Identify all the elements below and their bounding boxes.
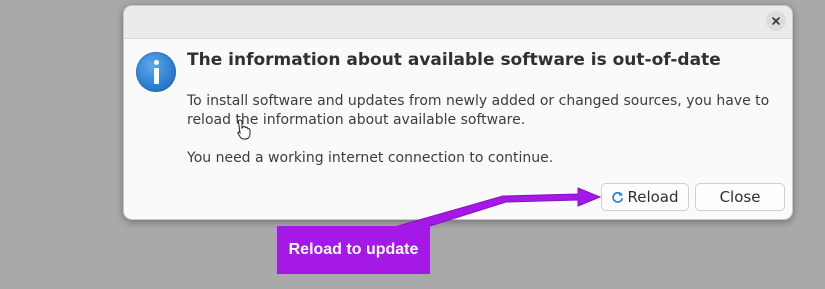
close-button-label: Close (719, 188, 761, 206)
annotation-callout: Reload to update (277, 226, 430, 274)
info-icon (136, 52, 176, 92)
reload-button-label: Reload (627, 188, 679, 206)
dialog-connection-note: You need a working internet connection t… (187, 150, 554, 166)
dialog-message: To install software and updates from new… (187, 93, 770, 128)
window-close-button[interactable] (766, 11, 786, 31)
close-icon (772, 17, 780, 25)
dialog-body: To install software and updates from new… (187, 92, 787, 187)
refresh-icon (612, 191, 624, 203)
reload-button[interactable]: Reload (601, 183, 689, 211)
dialog-window: The information about available software… (123, 5, 793, 220)
dialog-heading: The information about available software… (187, 50, 721, 70)
close-button[interactable]: Close (695, 183, 785, 211)
dialog-titlebar (124, 6, 792, 39)
